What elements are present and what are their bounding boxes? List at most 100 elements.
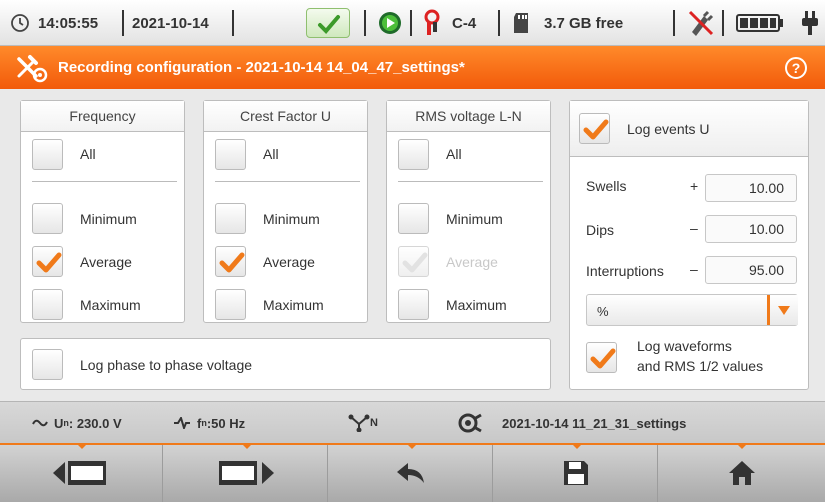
frequency-maximum-checkbox[interactable] xyxy=(32,289,63,320)
status-divider xyxy=(673,10,675,36)
frequency-header: Frequency xyxy=(21,101,184,132)
previous-screen-button[interactable] xyxy=(0,443,163,502)
reply-arrow-icon xyxy=(397,462,424,483)
crest-minimum-label: Minimum xyxy=(263,211,320,227)
save-icon xyxy=(564,460,588,485)
next-screen-button[interactable] xyxy=(165,443,328,502)
main-area: Frequency All Minimum Average Maximum Cr… xyxy=(0,89,825,401)
rms-maximum-checkbox[interactable] xyxy=(398,289,429,320)
unit-value: % xyxy=(597,304,609,319)
swells-sign: + xyxy=(690,178,699,194)
rms-minimum-checkbox[interactable] xyxy=(398,203,429,234)
divider xyxy=(398,181,543,182)
status-divider xyxy=(364,10,366,36)
arrow-right-screen-icon xyxy=(219,460,274,485)
sine-wave-icon xyxy=(32,419,48,427)
log-waveforms-checkbox[interactable] xyxy=(586,342,617,373)
crest-factor-panel: Crest Factor U All Minimum Average Maxim… xyxy=(203,100,368,323)
tab-notch xyxy=(406,443,418,449)
page-title: Recording configuration - 2021-10-14 14_… xyxy=(58,59,465,76)
checkmark-icon xyxy=(36,252,62,273)
rms-all-checkbox[interactable] xyxy=(398,139,429,170)
rms-all-label: All xyxy=(446,146,462,162)
settings-name: 2021-10-14 11_21_31_settings xyxy=(502,415,687,431)
info-bar: Un: 230.0 V f n:50 Hz N 2021-10-14 11_21_… xyxy=(0,401,825,443)
interruptions-sign: – xyxy=(690,261,698,277)
interruptions-label: Interruptions xyxy=(586,263,664,279)
crest-average-checkbox[interactable] xyxy=(215,246,246,277)
clock-group: 14:05:55 xyxy=(10,0,98,46)
divider xyxy=(32,181,177,182)
storage-free: 3.7 GB free xyxy=(544,14,624,32)
tab-notch xyxy=(76,443,88,449)
svg-text:?: ? xyxy=(792,60,801,76)
tab-notch xyxy=(241,443,253,449)
frequency-average-checkbox[interactable] xyxy=(32,246,63,277)
dropdown-button[interactable] xyxy=(767,295,798,325)
connection-label: C-4 xyxy=(452,14,477,32)
swells-label: Swells xyxy=(586,178,627,194)
log-waveforms-line2: and RMS 1/2 values xyxy=(637,358,764,374)
chevron-down-icon xyxy=(778,306,790,315)
frequency-all-checkbox[interactable] xyxy=(32,139,63,170)
rms-voltage-panel: RMS voltage L-N All Minimum Average Maxi… xyxy=(386,100,551,323)
network-type: N xyxy=(348,402,378,444)
frequency-all-label: All xyxy=(80,146,96,162)
status-divider xyxy=(122,10,124,36)
arrow-left-screen-icon xyxy=(53,460,106,485)
crest-maximum-checkbox[interactable] xyxy=(215,289,246,320)
crest-minimum-checkbox[interactable] xyxy=(215,203,246,234)
log-events-label: Log events U xyxy=(627,121,710,137)
frequency-panel: Frequency All Minimum Average Maximum xyxy=(20,100,185,323)
checkmark-icon xyxy=(590,348,616,369)
status-divider xyxy=(722,10,724,36)
nominal-voltage: Un: 230.0 V xyxy=(32,402,122,444)
rms-minimum-label: Minimum xyxy=(446,211,503,227)
un-value: : 230.0 V xyxy=(68,415,122,431)
log-events-panel: Log events U Swells + 10.00 Dips – 10.00… xyxy=(569,100,809,390)
unit-dropdown[interactable]: % xyxy=(586,294,798,326)
status-divider xyxy=(232,10,234,36)
save-button[interactable] xyxy=(495,443,658,502)
rms-average-checkbox xyxy=(398,246,429,277)
help-icon[interactable]: ? xyxy=(784,56,808,80)
tab-notch xyxy=(571,443,583,449)
frequency-minimum-label: Minimum xyxy=(80,211,137,227)
status-divider xyxy=(410,10,412,36)
home-button[interactable] xyxy=(660,443,823,502)
crest-all-label: All xyxy=(263,146,279,162)
network-sub: N xyxy=(370,417,378,429)
log-events-checkbox[interactable] xyxy=(579,113,610,144)
rms-average-label: Average xyxy=(446,254,498,270)
bottom-toolbar xyxy=(0,443,825,502)
play-record-icon xyxy=(379,12,401,34)
checkmark-icon xyxy=(402,252,428,273)
crest-all-checkbox[interactable] xyxy=(215,139,246,170)
dips-input[interactable]: 10.00 xyxy=(705,215,797,243)
dips-sign: – xyxy=(690,220,698,236)
swells-input[interactable]: 10.00 xyxy=(705,174,797,202)
status-divider xyxy=(498,10,500,36)
home-icon xyxy=(728,460,755,485)
rms-voltage-header: RMS voltage L-N xyxy=(387,101,550,132)
log-phase-label: Log phase to phase voltage xyxy=(80,357,253,373)
frequency-minimum-checkbox[interactable] xyxy=(32,203,63,234)
rms-maximum-label: Maximum xyxy=(446,297,507,313)
no-mains-icon xyxy=(688,10,714,36)
checkmark-icon[interactable] xyxy=(306,8,350,38)
settings-file: 2021-10-14 11_21_31_settings xyxy=(458,402,686,444)
un-label: U xyxy=(54,415,64,431)
dips-label: Dips xyxy=(586,222,615,238)
interruptions-input[interactable]: 95.00 xyxy=(705,256,797,284)
status-time: 14:05:55 xyxy=(38,14,99,32)
pliers-icon xyxy=(424,9,440,35)
frequency-average-label: Average xyxy=(80,254,132,270)
fn-value: :50 Hz xyxy=(206,415,246,431)
battery-icon xyxy=(736,14,783,32)
log-events-header[interactable]: Log events U xyxy=(570,101,808,157)
log-phase-checkbox[interactable] xyxy=(32,349,63,380)
log-phase-panel[interactable]: Log phase to phase voltage xyxy=(20,338,551,390)
crest-factor-header: Crest Factor U xyxy=(204,101,367,132)
back-button[interactable] xyxy=(330,443,493,502)
sd-card-icon xyxy=(514,13,528,33)
